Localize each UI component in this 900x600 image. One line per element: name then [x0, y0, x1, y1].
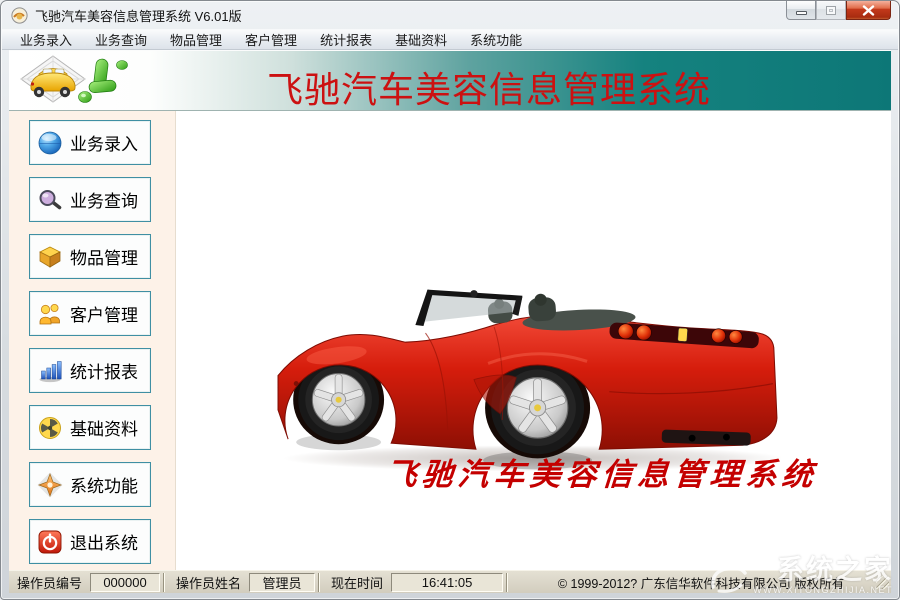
app-window: 飞驰汽车美容信息管理系统 V6.01版 业务录入 业务查询 物品管理 客户管理 … — [0, 0, 900, 600]
time-value: 16:41:05 — [391, 573, 503, 592]
menu-item-base-data[interactable]: 基础资料 — [385, 29, 457, 50]
menu-item-system[interactable]: 系统功能 — [460, 29, 532, 50]
sidebar-nav: 业务录入 业务查询 物品管理 — [9, 111, 176, 570]
magnifier-icon — [37, 187, 63, 213]
sidebar-item-business-entry[interactable]: 业务录入 — [29, 120, 151, 165]
box-icon — [37, 244, 63, 270]
copyright-text: © 1999-2012? 广东信华软件科技有限公司 版权所有 — [511, 573, 891, 592]
menu-item-customer-mgmt[interactable]: 客户管理 — [235, 29, 307, 50]
main-content: 飞驰汽车美容信息管理系统 — [176, 111, 891, 570]
sidebar-item-label: 系统功能 — [70, 472, 138, 497]
operator-id-label: 操作员编号 — [9, 573, 90, 592]
power-icon — [37, 529, 63, 555]
statusbar-divider — [318, 573, 320, 592]
brand-calligraphy-text: 飞驰汽车美容信息管理系统 — [384, 449, 819, 494]
menu-item-goods-mgmt[interactable]: 物品管理 — [160, 29, 232, 50]
sidebar-item-label: 退出系统 — [70, 529, 138, 554]
sidebar-item-label: 物品管理 — [70, 244, 138, 269]
sidebar-item-business-query[interactable]: 业务查询 — [29, 177, 151, 222]
statusbar-divider — [163, 573, 165, 592]
operator-name-label: 操作员姓名 — [168, 573, 249, 592]
window-controls — [786, 1, 891, 20]
minimize-icon[interactable] — [786, 1, 816, 20]
bar-chart-icon — [37, 358, 63, 384]
statusbar-divider — [506, 573, 508, 592]
sidebar-item-base-data[interactable]: 基础资料 — [29, 405, 151, 450]
header-banner: 飞驰汽车美容信息管理系统 — [9, 50, 891, 111]
sidebar-item-label: 统计报表 — [70, 358, 138, 383]
globe-icon — [37, 130, 63, 156]
close-icon[interactable] — [846, 1, 891, 20]
sidebar-item-label: 客户管理 — [70, 301, 138, 326]
sidebar-item-system[interactable]: 系统功能 — [29, 462, 151, 507]
window-title: 飞驰汽车美容信息管理系统 V6.01版 — [35, 6, 242, 25]
operator-id-value: 000000 — [90, 573, 160, 592]
sidebar-item-customer-mgmt[interactable]: 客户管理 — [29, 291, 151, 336]
system-icon — [37, 472, 63, 498]
app-icon — [11, 7, 28, 24]
sidebar-item-label: 基础资料 — [70, 415, 138, 440]
menu-item-statistics[interactable]: 统计报表 — [310, 29, 382, 50]
status-bar: 操作员编号 000000 操作员姓名 管理员 现在时间 16:41:05 © 1… — [9, 570, 891, 593]
sidebar-item-statistics[interactable]: 统计报表 — [29, 348, 151, 393]
menu-item-business-entry[interactable]: 业务录入 — [10, 29, 82, 50]
sidebar-item-label: 业务查询 — [70, 187, 138, 212]
maximize-icon[interactable] — [816, 1, 846, 20]
menu-item-business-query[interactable]: 业务查询 — [85, 29, 157, 50]
resize-grip[interactable] — [876, 576, 889, 589]
sidebar-item-label: 业务录入 — [70, 130, 138, 155]
time-label: 现在时间 — [323, 573, 391, 592]
base-data-icon — [37, 415, 63, 441]
sidebar-item-goods-mgmt[interactable]: 物品管理 — [29, 234, 151, 279]
header-title: 飞驰汽车美容信息管理系统 — [9, 61, 891, 113]
sidebar-item-exit[interactable]: 退出系统 — [29, 519, 151, 564]
title-bar[interactable]: 飞驰汽车美容信息管理系统 V6.01版 — [1, 1, 899, 29]
car-image — [276, 269, 781, 479]
operator-name-value: 管理员 — [249, 573, 315, 592]
customers-icon — [37, 301, 63, 327]
menu-bar: 业务录入 业务查询 物品管理 客户管理 统计报表 基础资料 系统功能 — [2, 29, 898, 50]
